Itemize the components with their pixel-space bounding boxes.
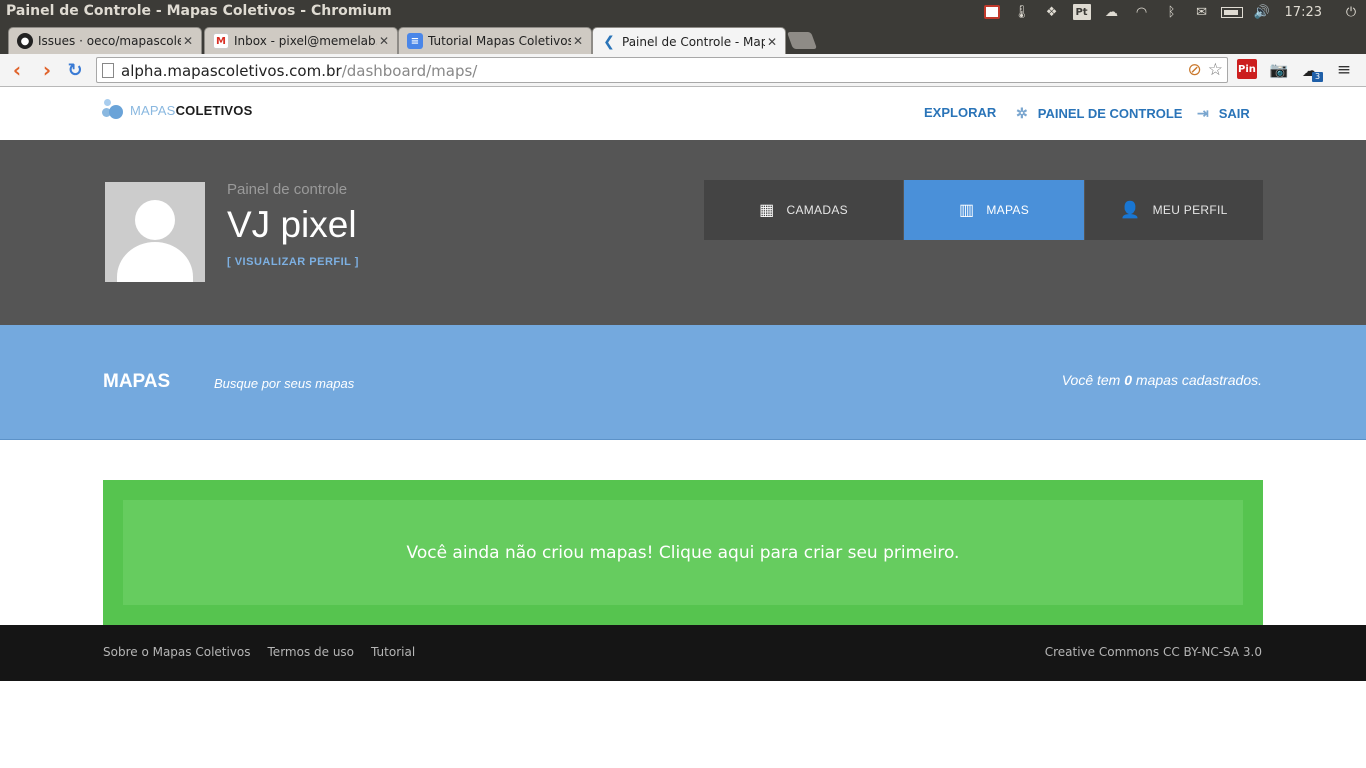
maps-count: 0 bbox=[1124, 372, 1133, 388]
empty-state-panel: Você ainda não criou mapas! Clique aqui … bbox=[103, 480, 1263, 625]
system-tray: 🌡 ❖ Pt ☁ ◠ ᛒ ✉ 🔊 17:23 ⏻ bbox=[977, 0, 1366, 24]
extension-badge: 3 bbox=[1312, 72, 1323, 82]
section-title: MAPAS bbox=[103, 371, 171, 392]
cloud-sync-icon[interactable]: ☁ bbox=[1097, 0, 1127, 24]
footer-links: Sobre o Mapas Coletivos Termos de uso Tu… bbox=[103, 645, 415, 659]
count-prefix: Você tem bbox=[1061, 372, 1121, 388]
maps-count-text: Você tem 0 mapas cadastrados. bbox=[1062, 372, 1262, 388]
map-icon: ▥ bbox=[958, 202, 975, 219]
close-icon[interactable]: ✕ bbox=[181, 34, 195, 48]
pinterest-extension-button[interactable]: Pin bbox=[1237, 59, 1257, 79]
blocked-content-icon[interactable]: ⊘ bbox=[1188, 60, 1202, 80]
bookmark-star-icon[interactable]: ☆ bbox=[1208, 60, 1223, 80]
reload-icon[interactable]: ↻ bbox=[64, 58, 86, 82]
url-path: /dashboard/maps/ bbox=[341, 62, 478, 80]
tab-title: Painel de Controle - Mapas bbox=[622, 34, 765, 49]
nav-logout-link[interactable]: ⇥ SAIR bbox=[1197, 105, 1250, 122]
new-tab-button[interactable] bbox=[786, 32, 818, 49]
create-map-cta[interactable]: Você ainda não criou mapas! Clique aqui … bbox=[123, 500, 1243, 605]
gmail-icon: M bbox=[213, 33, 229, 49]
tab-maps[interactable]: ▥ MAPAS bbox=[904, 180, 1085, 240]
volume-icon[interactable]: 🔊 bbox=[1247, 0, 1277, 24]
site-header: MAPASCOLETIVOS EXPLORAR ✲ PAINEL DE CONTR… bbox=[0, 87, 1366, 140]
footer-link-about[interactable]: Sobre o Mapas Coletivos bbox=[103, 645, 251, 659]
power-icon[interactable]: ⏻ bbox=[1336, 0, 1366, 24]
back-icon[interactable]: ‹ bbox=[6, 58, 28, 82]
github-icon: ● bbox=[17, 33, 33, 49]
browser-toolbar: ‹ › ↻ alpha.mapascoletivos.com.br/dashbo… bbox=[0, 54, 1366, 87]
logo-icon bbox=[102, 97, 124, 123]
nav-logout-label: SAIR bbox=[1218, 106, 1250, 121]
count-suffix: mapas cadastrados. bbox=[1135, 372, 1262, 388]
dropbox-icon[interactable]: ❖ bbox=[1037, 0, 1067, 24]
mapas-icon: ❮ bbox=[603, 33, 615, 50]
site-logo[interactable]: MAPASCOLETIVOS bbox=[102, 97, 252, 123]
nav-dashboard-label: PAINEL DE CONTROLE bbox=[1037, 106, 1183, 121]
dashboard-subtitle: Painel de controle bbox=[227, 181, 348, 198]
dashboard-tabs: ▦ CAMADAS ▥ MAPAS 👤 MEU PERFIL bbox=[704, 180, 1263, 240]
mail-notifier-icon[interactable] bbox=[977, 0, 1007, 24]
user-name: VJ pixel bbox=[227, 204, 357, 245]
tab-layers-label: CAMADAS bbox=[786, 203, 848, 217]
user-icon: 👤 bbox=[1120, 202, 1141, 219]
browser-tab-strip: ● Issues · oeco/mapascoletivos ✕ M Inbox… bbox=[0, 24, 1366, 55]
browser-tab[interactable]: ● Issues · oeco/mapascoletivos ✕ bbox=[8, 27, 202, 54]
tab-my-profile-label: MEU PERFIL bbox=[1152, 203, 1228, 217]
close-icon[interactable]: ✕ bbox=[377, 34, 391, 48]
tab-title: Inbox - pixel@memelab.com.br bbox=[234, 34, 377, 48]
tab-title: Issues · oeco/mapascoletivos bbox=[38, 34, 181, 48]
messages-icon[interactable]: ✉ bbox=[1187, 0, 1217, 24]
camera-extension-icon[interactable]: 📷 bbox=[1268, 59, 1290, 81]
footer-link-terms[interactable]: Termos de uso bbox=[268, 645, 355, 659]
wifi-icon[interactable]: ◠ bbox=[1127, 0, 1157, 24]
browser-tab[interactable]: M Inbox - pixel@memelab.com.br ✕ bbox=[204, 27, 398, 54]
avatar bbox=[105, 182, 205, 282]
clock[interactable]: 17:23 bbox=[1277, 5, 1336, 20]
os-top-bar: Painel de Controle - Mapas Coletivos - C… bbox=[0, 0, 1366, 24]
maps-bar: MAPAS Você tem 0 mapas cadastrados. bbox=[0, 325, 1366, 440]
license-text[interactable]: Creative Commons CC BY-NC-SA 3.0 bbox=[1045, 645, 1262, 659]
browser-tab-active[interactable]: ❮ Painel de Controle - Mapas ✕ bbox=[592, 27, 786, 55]
site-footer: Sobre o Mapas Coletivos Termos de uso Tu… bbox=[0, 625, 1366, 681]
battery-icon[interactable] bbox=[1217, 0, 1247, 24]
nav-explore-label: EXPLORAR bbox=[924, 105, 997, 120]
menu-icon[interactable]: ≡ bbox=[1334, 59, 1354, 81]
url-host: alpha.mapascoletivos.com.br bbox=[121, 62, 342, 80]
search-input[interactable] bbox=[214, 376, 454, 391]
nav-dashboard-link[interactable]: ✲ PAINEL DE CONTROLE bbox=[1016, 105, 1182, 122]
pivotal-icon[interactable]: Pt bbox=[1067, 0, 1097, 24]
forward-icon[interactable]: › bbox=[36, 58, 58, 82]
nav-explore-link[interactable]: EXPLORAR bbox=[924, 105, 996, 120]
address-bar[interactable]: alpha.mapascoletivos.com.br/dashboard/ma… bbox=[96, 57, 1228, 83]
dashboard-hero: Painel de controle VJ pixel [ VISUALIZAR… bbox=[0, 140, 1366, 325]
tab-title: Tutorial Mapas Coletivos - bbox=[428, 34, 571, 48]
window-title: Painel de Controle - Mapas Coletivos - C… bbox=[6, 3, 392, 19]
docs-icon: ≡ bbox=[407, 33, 423, 49]
page-icon bbox=[102, 63, 114, 78]
logout-icon: ⇥ bbox=[1197, 105, 1209, 121]
close-icon[interactable]: ✕ bbox=[571, 34, 585, 48]
browser-tab[interactable]: ≡ Tutorial Mapas Coletivos - ✕ bbox=[398, 27, 592, 54]
tab-my-profile[interactable]: 👤 MEU PERFIL bbox=[1085, 180, 1263, 240]
close-icon[interactable]: ✕ bbox=[765, 35, 779, 49]
view-profile-link[interactable]: [ VISUALIZAR PERFIL ] bbox=[227, 256, 359, 268]
logo-text: MAPASCOLETIVOS bbox=[130, 102, 253, 118]
bluetooth-icon[interactable]: ᛒ bbox=[1157, 0, 1187, 24]
footer-link-tutorial[interactable]: Tutorial bbox=[371, 645, 415, 659]
tab-layers[interactable]: ▦ CAMADAS bbox=[704, 180, 904, 240]
grid-icon: ▦ bbox=[759, 202, 775, 219]
gear-icon: ✲ bbox=[1016, 105, 1028, 121]
temperature-icon[interactable]: 🌡 bbox=[1007, 0, 1037, 24]
tab-maps-label: MAPAS bbox=[986, 203, 1030, 217]
url-text[interactable]: alpha.mapascoletivos.com.br/dashboard/ma… bbox=[121, 62, 477, 80]
